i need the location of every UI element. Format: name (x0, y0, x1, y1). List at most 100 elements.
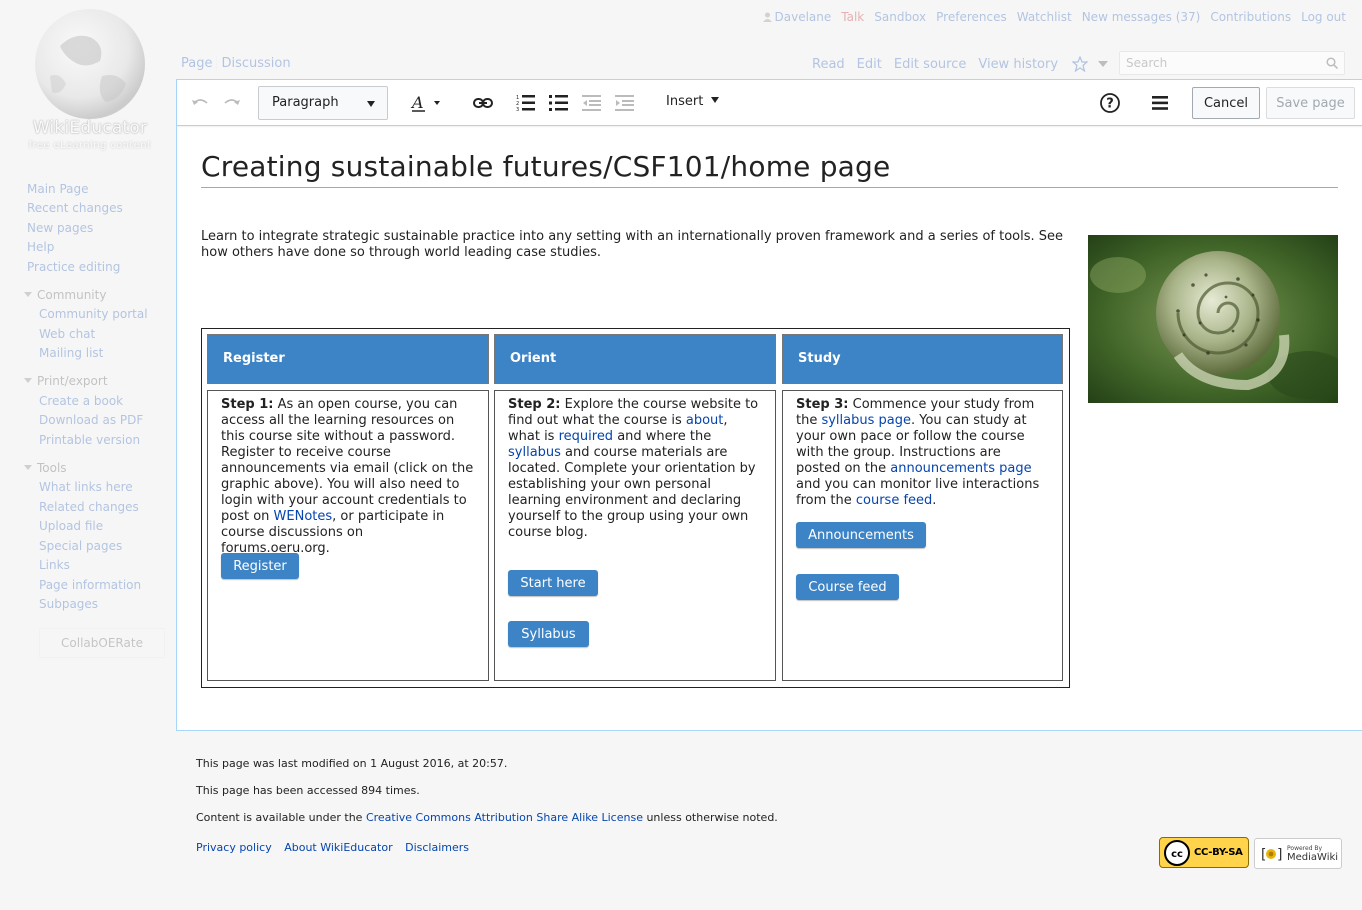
step-3-text: Step 3: Commence your study from the syl… (796, 397, 1040, 508)
syllabus-link[interactable]: syllabus (508, 445, 561, 460)
site-logo[interactable]: WikiEducator free eLearning content (18, 4, 160, 154)
syllabus-page-link[interactable]: syllabus page (821, 413, 911, 428)
accessed-count-text: This page has been accessed 894 times. (196, 784, 420, 797)
undo-button[interactable] (189, 93, 211, 113)
license-link[interactable]: Creative Commons Attribution Share Alike… (366, 811, 643, 824)
privacy-policy-link[interactable]: Privacy policy (196, 841, 272, 854)
page-options-button[interactable] (1149, 92, 1171, 114)
search-placeholder: Search (1126, 56, 1168, 70)
syllabus-button[interactable]: Syllabus (508, 621, 589, 647)
step-box-register: Step 1: As an open course, you can acces… (207, 390, 489, 681)
intro-paragraph[interactable]: Learn to integrate strategic sustainable… (201, 229, 1071, 261)
sidebar-item-download-pdf[interactable]: Download as PDF (39, 413, 143, 427)
step-header-register: Register (207, 334, 489, 384)
sandbox-link[interactable]: Sandbox (874, 10, 926, 24)
start-here-button[interactable]: Start here (508, 570, 598, 596)
powered-by-mediawiki-badge[interactable]: [ ] Powered By MediaWiki (1254, 838, 1342, 869)
tab-read[interactable]: Read (806, 57, 851, 72)
page-title[interactable]: Creating sustainable futures/CSF101/home… (201, 150, 1338, 188)
tab-edit[interactable]: Edit (851, 57, 888, 72)
sidebar-item-upload-file[interactable]: Upload file (39, 519, 103, 533)
user-link[interactable]: Davelane (762, 10, 831, 24)
mediawiki-badge-text: Powered By MediaWiki (1287, 844, 1339, 863)
sidebar-item-new-pages[interactable]: New pages (27, 221, 93, 235)
sidebar-item-recent-changes[interactable]: Recent changes (27, 201, 123, 215)
sidebar-item-main-page[interactable]: Main Page (27, 182, 89, 196)
logo-tagline: free eLearning content (28, 140, 152, 151)
tab-edit-source[interactable]: Edit source (888, 57, 972, 72)
search-icon[interactable] (1326, 57, 1338, 69)
announcements-button[interactable]: Announcements (796, 522, 926, 548)
sidebar-item-special-pages[interactable]: Special pages (39, 539, 122, 553)
sidebar-item-subpages[interactable]: Subpages (39, 597, 98, 611)
sidebar-item-create-book[interactable]: Create a book (39, 394, 123, 408)
numbered-list-icon: 123 (516, 95, 535, 112)
sidebar-item-printable-version[interactable]: Printable version (39, 433, 140, 447)
paragraph-format-dropdown[interactable]: Paragraph (258, 86, 388, 120)
contributions-link[interactable]: Contributions (1210, 10, 1291, 24)
wenotes-link[interactable]: WENotes (274, 509, 333, 524)
footer-links: Privacy policy About WikiEducator Discla… (196, 841, 478, 854)
talk-link[interactable]: Talk (841, 10, 864, 24)
text-style-button[interactable]: A (409, 91, 443, 115)
chevron-down-icon (367, 101, 375, 107)
new-messages-link[interactable]: New messages (37) (1082, 10, 1201, 24)
help-icon: ? (1100, 93, 1120, 113)
watchlist-link[interactable]: Watchlist (1017, 10, 1072, 24)
redo-button[interactable] (221, 93, 243, 113)
cc-by-sa-badge[interactable]: cc CC-BY-SA (1159, 837, 1249, 868)
fern-image[interactable] (1088, 235, 1338, 403)
page-options-icon (1152, 96, 1168, 110)
outdent-button[interactable] (581, 92, 603, 114)
sidebar-item-what-links-here[interactable]: What links here (39, 480, 133, 494)
save-page-button[interactable]: Save page (1266, 87, 1355, 119)
sidebar-heading-print-export[interactable]: Print/export (24, 374, 108, 388)
course-feed-link[interactable]: course feed (856, 493, 932, 508)
numbered-list-button[interactable]: 123 (515, 92, 537, 114)
tab-discussion[interactable]: Discussion (216, 56, 294, 71)
sidebar-item-page-information[interactable]: Page information (39, 578, 141, 592)
sidebar-item-help[interactable]: Help (27, 240, 54, 254)
paragraph-format-label: Paragraph (272, 95, 339, 110)
indent-button[interactable] (614, 92, 636, 114)
sidebar-heading-tools[interactable]: Tools (24, 461, 67, 475)
more-actions-chevron-down-icon[interactable] (1098, 60, 1109, 68)
logout-link[interactable]: Log out (1301, 10, 1346, 24)
sidebar-item-web-chat[interactable]: Web chat (39, 327, 95, 341)
about-link[interactable]: about (686, 413, 724, 428)
insert-menu[interactable]: Insert (666, 94, 720, 109)
sidebar-heading-community[interactable]: Community (24, 288, 106, 302)
announcements-page-link[interactable]: announcements page (890, 461, 1031, 476)
sidebar-item-practice-editing[interactable]: Practice editing (27, 260, 120, 274)
content-area: Paragraph A 123 Insert ? Cancel Save pag… (176, 79, 1362, 731)
cancel-button[interactable]: Cancel (1192, 87, 1260, 119)
help-button[interactable]: ? (1099, 92, 1121, 114)
sidebar-item-mailing-list[interactable]: Mailing list (39, 346, 103, 360)
license-text: Content is available under the Creative … (196, 811, 778, 824)
collaborate-button[interactable]: CollabOERate (39, 628, 165, 658)
disclaimers-link[interactable]: Disclaimers (405, 841, 469, 854)
about-link-footer[interactable]: About WikiEducator (284, 841, 392, 854)
logo-wordmark: WikiEducator (32, 118, 148, 138)
svg-text:]: ] (1276, 847, 1283, 863)
svg-text:cc: cc (1171, 849, 1183, 860)
sidebar-item-related-changes[interactable]: Related changes (39, 500, 139, 514)
sidebar-item-links[interactable]: Links (39, 558, 70, 572)
svg-text:3: 3 (516, 107, 519, 112)
tab-view-history[interactable]: View history (972, 57, 1064, 72)
tab-page[interactable]: Page (177, 56, 216, 71)
text-style-icon: A (410, 93, 440, 112)
required-link[interactable]: required (559, 429, 613, 444)
search-input[interactable]: Search (1119, 51, 1345, 75)
course-feed-button[interactable]: Course feed (796, 574, 899, 600)
collapse-triangle-icon (24, 378, 32, 383)
insert-menu-label: Insert (666, 94, 704, 109)
sidebar-item-community-portal[interactable]: Community portal (39, 307, 148, 321)
preferences-link[interactable]: Preferences (936, 10, 1007, 24)
indent-icon (615, 95, 634, 111)
register-button[interactable]: Register (221, 553, 299, 579)
bullet-list-button[interactable] (548, 92, 570, 114)
cc-icon: cc (1164, 839, 1190, 866)
link-button[interactable] (471, 93, 495, 113)
watch-star-icon[interactable] (1072, 56, 1089, 72)
